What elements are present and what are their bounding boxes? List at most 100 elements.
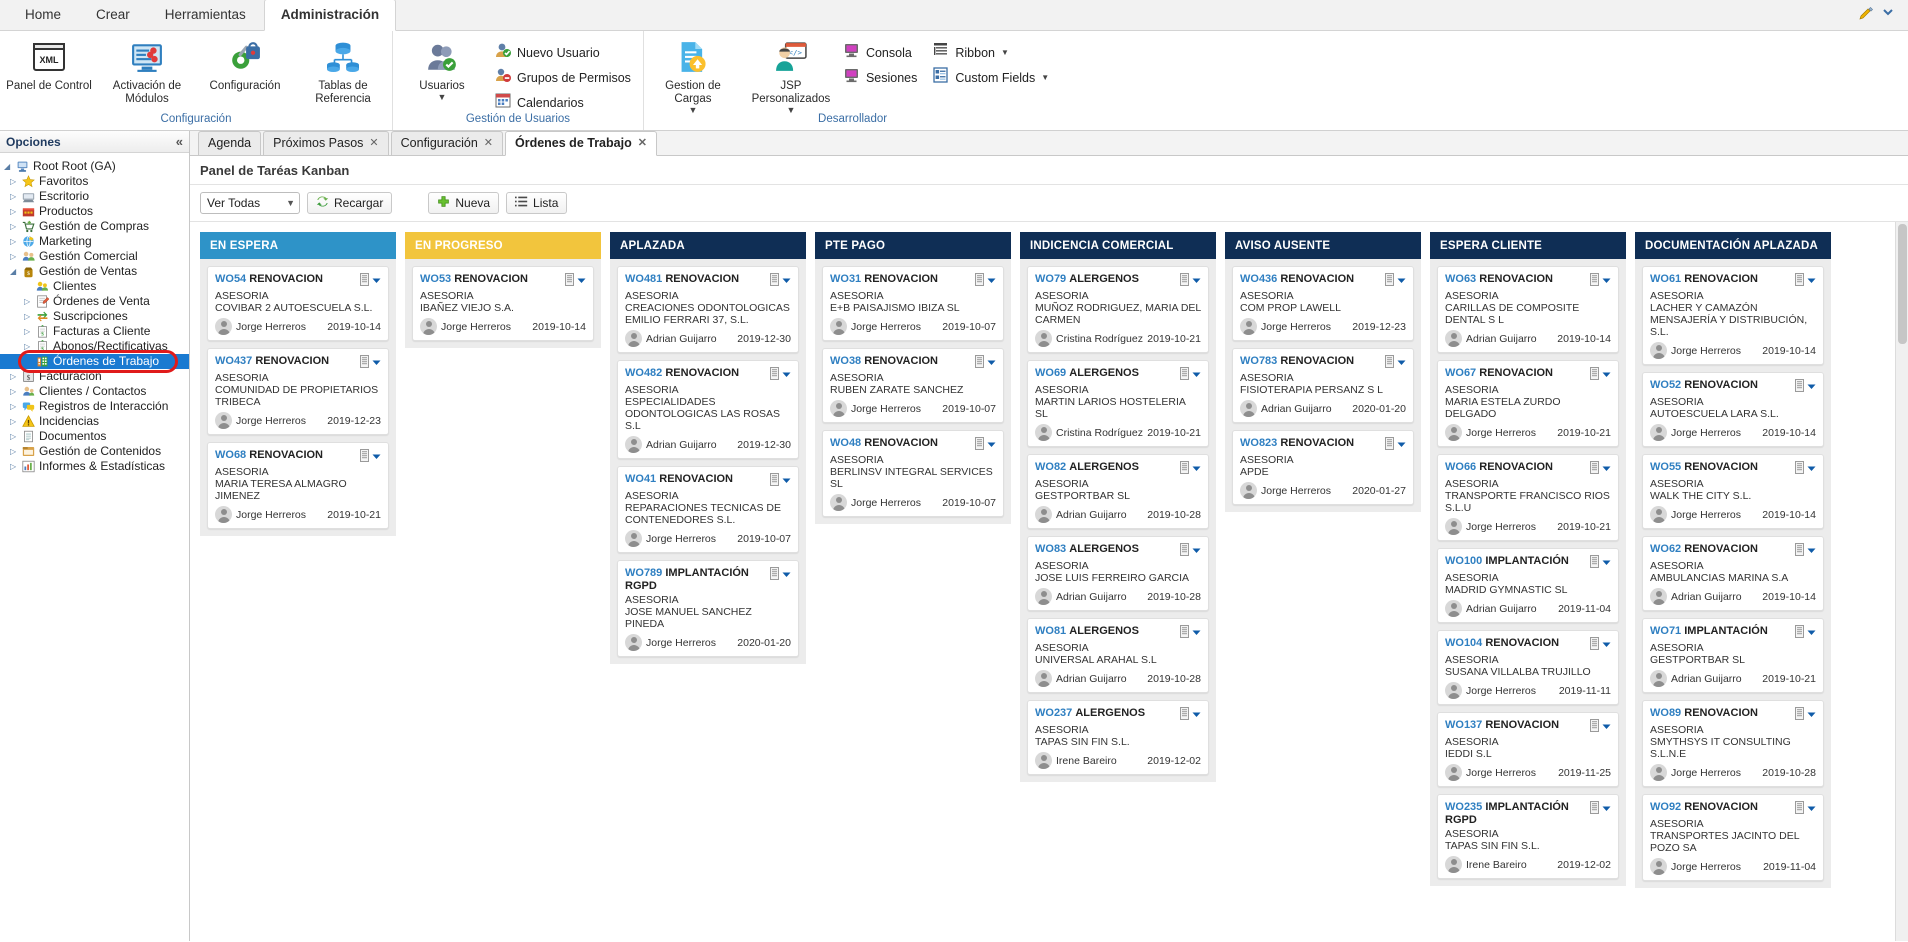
kanban-card[interactable]: WO61 RENOVACION ASESORIA LACHER Y CAMAZÓN …: [1642, 266, 1824, 365]
card-menu-button[interactable]: [770, 273, 791, 289]
chevron-down-icon[interactable]: ▼: [1041, 69, 1049, 87]
kanban-card[interactable]: WO79 ALERGENOS ASESORIA MUÑOZ RODRIGUEZ, M…: [1027, 266, 1209, 353]
kanban-card[interactable]: WO89 RENOVACION ASESORIA SMYTHSYS IT CONSU…: [1642, 700, 1824, 787]
kanban-card[interactable]: WO31 RENOVACION ASESORIA E+B PAISAJISMO IB…: [822, 266, 1004, 341]
scrollbar-thumb[interactable]: [1898, 224, 1907, 344]
card-menu-button[interactable]: [1795, 707, 1816, 723]
kanban-card[interactable]: WO437 RENOVACION ASESORIA COMUNIDAD DE PRO…: [207, 348, 389, 435]
kanban-card[interactable]: WO71 IMPLANTACIÓN ASESORIA GESTPORTBAR SL A…: [1642, 618, 1824, 693]
ribbon-item-sesiones[interactable]: Sesiones: [842, 65, 923, 90]
card-menu-button[interactable]: [1795, 625, 1816, 641]
sidebar-item-gestión-de-compras[interactable]: ▷ Gestión de Compras: [0, 219, 189, 234]
chevron-down-icon[interactable]: [372, 356, 381, 370]
card-menu-button[interactable]: [770, 367, 791, 383]
chevron-right-icon[interactable]: ▷: [24, 339, 35, 354]
chevron-down-icon[interactable]: ▼: [438, 93, 447, 102]
sidebar-item-abonos-rectificativas[interactable]: ▷ $ Abonos/Rectificativas: [0, 339, 189, 354]
card-menu-button[interactable]: [975, 273, 996, 289]
chevron-right-icon[interactable]: ▷: [10, 219, 21, 234]
kanban-card[interactable]: WO789 IMPLANTACIÓN RGPD ASESORIA JOSE MANU…: [617, 560, 799, 657]
card-menu-button[interactable]: [1795, 801, 1816, 817]
kanban-card[interactable]: WO82 ALERGENOS ASESORIA GESTPORTBAR SL Adri…: [1027, 454, 1209, 529]
card-menu-button[interactable]: [1590, 719, 1611, 735]
sidebar-item-gestión-de-contenidos[interactable]: ▷ Gestión de Contenidos: [0, 444, 189, 459]
close-icon[interactable]: ✕: [638, 136, 647, 151]
chevron-right-icon[interactable]: ▷: [10, 384, 21, 399]
chevron-down-icon[interactable]: [1807, 544, 1816, 558]
card-menu-button[interactable]: [1180, 707, 1201, 723]
reload-button[interactable]: Recargar: [307, 192, 393, 214]
chevron-down-icon[interactable]: [1397, 356, 1406, 370]
sidebar-item-incidencias[interactable]: ▷ Incidencias: [0, 414, 189, 429]
chevron-down-icon[interactable]: [1192, 544, 1201, 558]
ribbon-button-activaci-n-de-m-dulos[interactable]: Activación de Módulos: [98, 35, 196, 106]
card-menu-button[interactable]: [1795, 273, 1816, 289]
kanban-card[interactable]: WO482 RENOVACION ASESORIA ESPECIALIDADES O…: [617, 360, 799, 459]
kanban-card[interactable]: WO68 RENOVACION ASESORIA MARIA TERESA ALMA…: [207, 442, 389, 529]
ribbon-item-consola[interactable]: Consola: [842, 40, 923, 65]
chevron-down-icon[interactable]: [1192, 708, 1201, 722]
chevron-down-icon[interactable]: [1602, 802, 1611, 816]
chevron-right-icon[interactable]: ▷: [10, 189, 21, 204]
sidebar-item-registros-de-interacción[interactable]: ▷ Registros de Interacción: [0, 399, 189, 414]
sidebar-item-gestión-comercial[interactable]: ▷ Gestión Comercial: [0, 249, 189, 264]
ribbon-item-ribbon[interactable]: Ribbon ▼: [931, 40, 1055, 65]
kanban-card[interactable]: WO55 RENOVACION ASESORIA WALK THE CITY S.L…: [1642, 454, 1824, 529]
chevron-down-icon[interactable]: [782, 274, 791, 288]
kanban-card[interactable]: WO137 RENOVACION ASESORIA IEDDI S.L Jorge H…: [1437, 712, 1619, 787]
chevron-right-icon[interactable]: ▷: [10, 459, 21, 474]
chevron-down-icon[interactable]: [1397, 274, 1406, 288]
chevron-down-icon[interactable]: [1807, 626, 1816, 640]
card-menu-button[interactable]: [1590, 801, 1611, 817]
sidebar-collapse-button[interactable]: «: [176, 134, 183, 149]
kanban-card[interactable]: WO81 ALERGENOS ASESORIA UNIVERSAL ARAHAL S…: [1027, 618, 1209, 693]
ribbon-button-jsp-personalizados[interactable]: </> JSP Personalizados ▼: [742, 35, 840, 115]
chevron-down-icon[interactable]: [1192, 462, 1201, 476]
ribbon-button-usuarios[interactable]: Usuarios ▼: [393, 35, 491, 102]
chevron-right-icon[interactable]: ▷: [10, 204, 21, 219]
card-menu-button[interactable]: [770, 567, 791, 583]
sidebar-item-marketing[interactable]: ▷ Marketing: [0, 234, 189, 249]
kanban-card[interactable]: WO235 IMPLANTACIÓN RGPD ASESORIA TAPAS SIN…: [1437, 794, 1619, 879]
tab-órdenes-de-trabajo[interactable]: Órdenes de Trabajo ✕: [505, 131, 657, 156]
sidebar-item-escritorio[interactable]: ▷ Escritorio: [0, 189, 189, 204]
new-button[interactable]: Nueva: [428, 192, 500, 214]
sidebar-item-facturacion[interactable]: ▷ $ Facturacion: [0, 369, 189, 384]
card-menu-button[interactable]: [1385, 273, 1406, 289]
chevron-right-icon[interactable]: ▷: [24, 309, 35, 324]
kanban-card[interactable]: WO48 RENOVACION ASESORIA BERLINSV INTEGRAL…: [822, 430, 1004, 517]
kanban-card[interactable]: WO100 IMPLANTACIÓN ASESORIA MADRID GYMNAST…: [1437, 548, 1619, 623]
kanban-card[interactable]: WO38 RENOVACION ASESORIA RUBEN ZARATE SANC…: [822, 348, 1004, 423]
chevron-down-icon[interactable]: [1602, 720, 1611, 734]
kanban-card[interactable]: WO237 ALERGENOS ASESORIA TAPAS SIN FIN S.L…: [1027, 700, 1209, 775]
chevron-down-icon[interactable]: ◢: [10, 264, 21, 279]
card-menu-button[interactable]: [1590, 367, 1611, 383]
chevron-right-icon[interactable]: ▷: [10, 369, 21, 384]
card-menu-button[interactable]: [1180, 461, 1201, 477]
card-menu-button[interactable]: [360, 355, 381, 371]
sidebar-item-clientes-contactos[interactable]: ▷ Clientes / Contactos: [0, 384, 189, 399]
sidebar-item-órdenes-de-trabajo[interactable]: Órdenes de Trabajo: [0, 354, 189, 369]
kanban-card[interactable]: WO436 RENOVACION ASESORIA COM PROP LAWELL J…: [1232, 266, 1414, 341]
tab-próximos-pasos[interactable]: Próximos Pasos ✕: [263, 131, 389, 155]
card-menu-button[interactable]: [1590, 273, 1611, 289]
sidebar-item-órdenes-de-venta[interactable]: ▷ Órdenes de Venta: [0, 294, 189, 309]
card-menu-button[interactable]: [1590, 637, 1611, 653]
close-icon[interactable]: ✕: [369, 136, 378, 151]
chevron-down-icon[interactable]: [1602, 556, 1611, 570]
sidebar-item-facturas-a-cliente[interactable]: ▷ $ Facturas a Cliente: [0, 324, 189, 339]
close-icon[interactable]: ✕: [484, 136, 493, 151]
chevron-down-icon[interactable]: [987, 356, 996, 370]
kanban-card[interactable]: WO92 RENOVACION ASESORIA TRANSPORTES JACIN…: [1642, 794, 1824, 881]
sidebar-item-clientes[interactable]: Clientes: [0, 279, 189, 294]
chevron-down-icon[interactable]: [1192, 274, 1201, 288]
view-filter-select[interactable]: Ver Todas ▼: [200, 192, 300, 214]
card-menu-button[interactable]: [1795, 461, 1816, 477]
chevron-right-icon[interactable]: ▷: [10, 234, 21, 249]
card-menu-button[interactable]: [975, 355, 996, 371]
sidebar-item-gestión-de-ventas[interactable]: ◢ $ Gestión de Ventas: [0, 264, 189, 279]
card-menu-button[interactable]: [360, 273, 381, 289]
tab-agenda[interactable]: Agenda: [198, 131, 262, 155]
card-menu-button[interactable]: [1180, 625, 1201, 641]
ribbon-button-panel-de-control[interactable]: XML Panel de Control: [0, 35, 98, 93]
